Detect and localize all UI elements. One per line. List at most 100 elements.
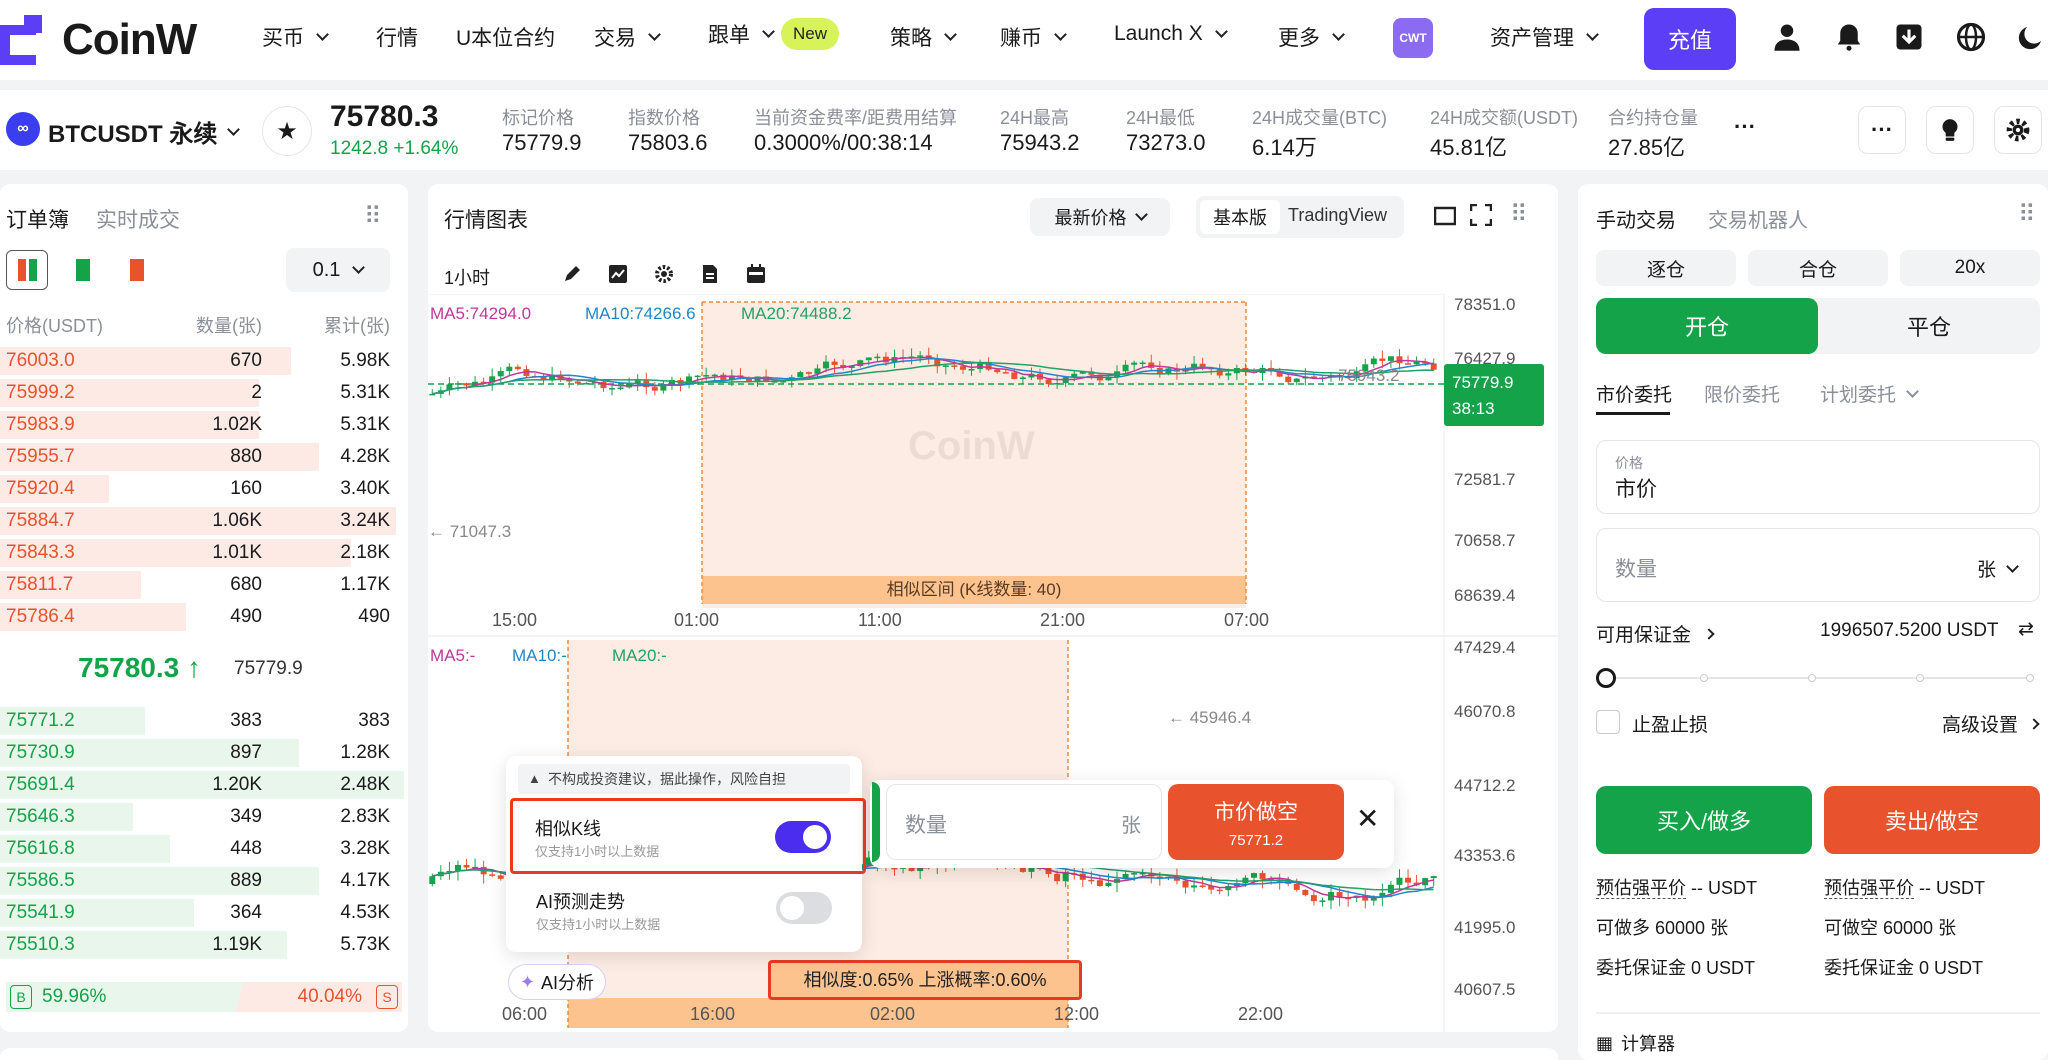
- download-icon[interactable]: [1894, 22, 1924, 52]
- transfer-icon[interactable]: ⇄: [2018, 618, 2034, 641]
- deposit-button[interactable]: 充值: [1644, 8, 1736, 70]
- calendar-icon[interactable]: [746, 264, 766, 284]
- bid-row[interactable]: 75616.8 448 3.28K: [0, 834, 404, 864]
- ask-row[interactable]: 75920.4 160 3.40K: [0, 474, 404, 504]
- ask-row[interactable]: 75811.7 680 1.17K: [0, 570, 404, 600]
- calculator-button[interactable]: ▦ 计算器: [1596, 1030, 1675, 1056]
- qty-field[interactable]: 数量 张: [1596, 528, 2040, 602]
- mode-tradingview-button[interactable]: TradingView: [1288, 205, 1387, 226]
- ask-row[interactable]: 76003.0 670 5.98K: [0, 346, 404, 376]
- symbol-selector[interactable]: BTCUSDT 永续: [48, 114, 241, 149]
- mode-basic-button[interactable]: 基本版: [1200, 200, 1280, 234]
- price-type-select[interactable]: 最新价格: [1030, 198, 1170, 236]
- drag-handle-icon[interactable]: ⠿: [1510, 200, 1528, 229]
- cwt-badge-icon[interactable]: CWT: [1393, 18, 1433, 58]
- order-type-limit[interactable]: 限价委托: [1704, 380, 1780, 407]
- bid-row[interactable]: 75771.2 383 383: [0, 706, 404, 736]
- leverage-slider[interactable]: [1596, 664, 2040, 692]
- order-type-market[interactable]: 市价委托: [1596, 380, 1672, 407]
- ask-row[interactable]: 75983.9 1.02K 5.31K: [0, 410, 404, 440]
- tab-trade-bot[interactable]: 交易机器人: [1708, 204, 1808, 233]
- market-short-button[interactable]: 市价做空 75771.2: [1168, 784, 1344, 860]
- close-position-tab[interactable]: 平仓: [1818, 298, 2040, 354]
- row-price: 75983.9: [6, 414, 75, 435]
- nav-item-strategy[interactable]: 策略: [890, 22, 957, 52]
- brand-logo[interactable]: CoinW: [0, 12, 197, 68]
- upper-candle: [1002, 372, 1009, 374]
- indicator-icon[interactable]: [608, 264, 628, 284]
- precision-select[interactable]: 0.1: [286, 248, 390, 292]
- nav-item-buy-crypto[interactable]: 买币: [262, 22, 329, 52]
- ask-row[interactable]: 75843.3 1.01K 2.18K: [0, 538, 404, 568]
- order-type-trigger[interactable]: 计划委托: [1820, 380, 1919, 407]
- bid-row[interactable]: 75586.5 889 4.17K: [0, 866, 404, 896]
- upper-candle: [506, 366, 513, 372]
- nav-item-more[interactable]: 更多: [1278, 22, 1345, 52]
- ai-analysis-button[interactable]: ✦ AI分析: [508, 964, 606, 1000]
- view-bids-icon[interactable]: [62, 250, 104, 290]
- drag-handle-icon[interactable]: ⠿: [364, 202, 382, 231]
- document-icon[interactable]: [700, 264, 720, 284]
- similar-kline-toggle[interactable]: [775, 821, 831, 853]
- interval-select[interactable]: 1小时: [444, 264, 490, 290]
- slider-thumb[interactable]: [1596, 668, 1616, 688]
- advanced-settings-link[interactable]: 高级设置: [1942, 710, 2040, 737]
- fullscreen-icon[interactable]: [1470, 204, 1492, 226]
- view-asks-icon[interactable]: [116, 250, 158, 290]
- pencil-icon[interactable]: [562, 264, 582, 284]
- tp-sl-checkbox[interactable]: [1596, 710, 1620, 734]
- ask-row[interactable]: 75884.7 1.06K 3.24K: [0, 506, 404, 536]
- drag-handle-icon[interactable]: ⠿: [2018, 200, 2036, 229]
- stat-label: 合约持仓量: [1608, 108, 1698, 128]
- ai-prediction-toggle[interactable]: [776, 892, 832, 924]
- nav-item-trade[interactable]: 交易: [594, 22, 661, 52]
- tab-manual-trade[interactable]: 手动交易: [1596, 204, 1676, 233]
- window-icon[interactable]: [1434, 206, 1456, 226]
- nav-item-earn[interactable]: 赚币: [1000, 22, 1067, 52]
- bell-icon[interactable]: [1834, 22, 1864, 52]
- leverage-select[interactable]: 20x: [1900, 250, 2040, 286]
- open-position-tab[interactable]: 开仓: [1596, 298, 1818, 354]
- ask-row[interactable]: 75999.2 2 5.31K: [0, 378, 404, 408]
- tab-recent-trades[interactable]: 实时成交: [96, 204, 180, 234]
- bid-row[interactable]: 75510.3 1.19K 5.73K: [0, 930, 404, 960]
- favorite-star-icon[interactable]: ★: [262, 106, 312, 156]
- nav-item-markets[interactable]: 行情: [376, 22, 418, 52]
- nav-item-copy-trade[interactable]: 跟单 New: [708, 18, 840, 50]
- price-field[interactable]: 价格 市价: [1596, 440, 2040, 514]
- lightbulb-icon[interactable]: [1926, 106, 1974, 154]
- tp-sl-label: 止盈止损: [1632, 715, 1709, 736]
- upper-candle: [711, 374, 718, 377]
- nav-item-usdt-futures[interactable]: U本位合约: [456, 22, 555, 52]
- bid-row[interactable]: 75691.4 1.20K 2.48K: [0, 770, 404, 800]
- sell-short-button[interactable]: 卖出/做空: [1824, 786, 2040, 854]
- globe-icon[interactable]: [1956, 22, 1986, 52]
- margin-mode-cross[interactable]: 合仓: [1748, 250, 1888, 286]
- ask-row[interactable]: 75955.7 880 4.28K: [0, 442, 404, 472]
- quick-qty-input[interactable]: 数量 张: [886, 784, 1162, 860]
- lower-candle: [1062, 873, 1069, 882]
- view-both-icon[interactable]: [6, 250, 48, 290]
- nav-item-launch-x[interactable]: Launch X: [1114, 22, 1228, 46]
- similar-kline-option[interactable]: 相似K线 仅支持1小时以上数据: [510, 798, 866, 874]
- bid-row[interactable]: 75730.9 897 1.28K: [0, 738, 404, 768]
- settings-gear-icon[interactable]: [654, 264, 674, 284]
- ask-row[interactable]: 75786.4 490 490: [0, 602, 404, 632]
- available-margin-link[interactable]: 可用保证金: [1596, 620, 1715, 647]
- qty-unit-select[interactable]: 张: [1977, 555, 2019, 582]
- settings-gear-icon[interactable]: [1994, 106, 2042, 154]
- margin-mode-isolated[interactable]: 逐仓: [1596, 250, 1736, 286]
- nav-item-asset-management[interactable]: 资产管理: [1490, 22, 1599, 52]
- user-icon[interactable]: [1772, 22, 1802, 52]
- moon-icon[interactable]: [2016, 22, 2046, 52]
- close-icon[interactable]: ✕: [1356, 802, 1379, 835]
- tab-orderbook[interactable]: 订单簿: [6, 204, 69, 234]
- buy-long-button[interactable]: 买入/做多: [1596, 786, 1812, 854]
- bid-row[interactable]: 75646.3 349 2.83K: [0, 802, 404, 832]
- chevron-down-icon: [1134, 208, 1148, 221]
- disclaimer-banner: ▲ 不构成投资建议，据此操作，风险自担: [518, 764, 850, 794]
- similarity-result: 相似度:0.65% 上涨概率:0.60%: [768, 960, 1082, 1000]
- more-stats-button[interactable]: ···: [1734, 114, 1756, 140]
- more-options-icon[interactable]: ···: [1858, 106, 1906, 154]
- bid-row[interactable]: 75541.9 364 4.53K: [0, 898, 404, 928]
